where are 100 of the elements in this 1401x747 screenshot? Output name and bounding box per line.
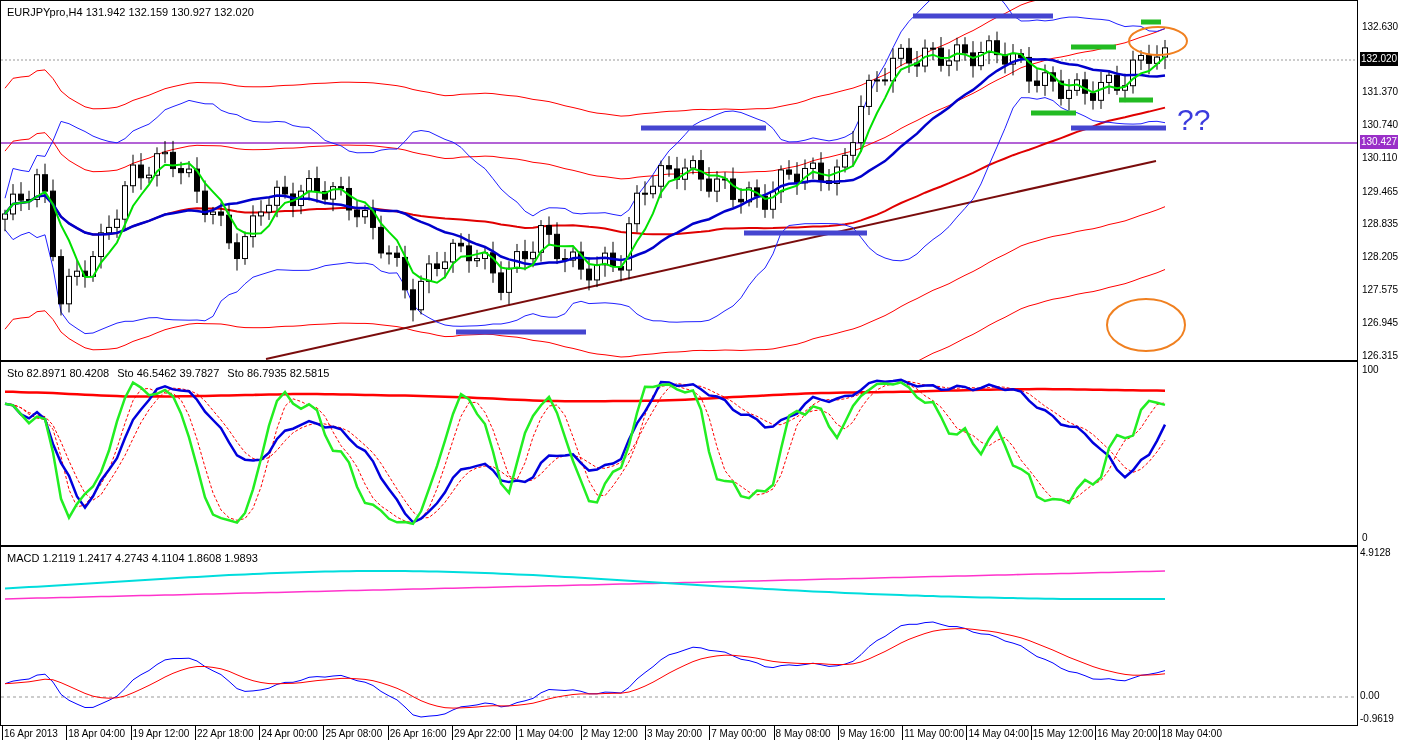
candlestick	[234, 232, 240, 272]
candlestick	[1138, 49, 1144, 71]
candlestick	[802, 158, 808, 191]
price-label: 126.315	[1362, 351, 1399, 361]
time-label: 1 May 04:00	[516, 726, 581, 740]
candlestick	[1162, 39, 1168, 70]
candlestick	[466, 233, 472, 274]
candlestick	[922, 39, 928, 73]
candlestick	[562, 248, 568, 273]
candlestick	[698, 149, 704, 192]
candlestick	[178, 161, 184, 185]
chart-header: EURJPYpro,H4 131.942 132.159 130.927 132.020	[7, 5, 254, 20]
candlestick	[530, 240, 536, 268]
price-label: 130.110	[1362, 153, 1398, 163]
candlestick	[618, 254, 624, 282]
time-label: 18 Apr 04:00	[66, 726, 131, 740]
time-label: 9 May 16:00	[837, 726, 903, 740]
candlestick	[114, 208, 120, 239]
candlestick	[66, 268, 72, 313]
candlestick	[154, 146, 160, 187]
candlestick	[994, 31, 1000, 64]
price-label: 130.740	[1362, 120, 1399, 130]
candlestick	[1090, 80, 1096, 111]
candlestick	[706, 166, 712, 198]
candlestick	[722, 171, 728, 190]
price-label: 129.465	[1362, 187, 1399, 197]
candlestick	[890, 47, 896, 94]
candlestick	[450, 238, 456, 274]
price-label: 126.945	[1362, 318, 1399, 328]
candlestick	[546, 215, 552, 247]
time-label: 24 Apr 00:00	[259, 726, 324, 740]
price-label: 128.835	[1362, 219, 1399, 229]
candlestick	[610, 241, 616, 273]
macd-scale-label: -0.9619	[1360, 714, 1394, 724]
candlestick	[314, 166, 320, 204]
candlestick	[410, 278, 416, 322]
candlestick	[42, 163, 48, 204]
candlestick	[650, 175, 656, 199]
candlestick	[1034, 68, 1040, 93]
candlestick	[258, 199, 264, 227]
time-label: 22 Apr 18:00	[194, 726, 260, 740]
candlestick	[914, 50, 920, 78]
stochastic-legend: Sto 86.7935 82.5815	[227, 365, 330, 382]
candlestick	[354, 200, 360, 228]
candlestick	[874, 70, 880, 93]
candlestick	[1066, 78, 1072, 111]
candlestick	[442, 251, 448, 279]
candlestick	[378, 215, 384, 259]
candlestick	[682, 158, 688, 191]
time-label: 25 Apr 08:00	[323, 726, 388, 740]
candlestick	[810, 157, 816, 180]
candlestick	[538, 219, 544, 263]
level-price-badge: 130.427	[1360, 135, 1399, 149]
candlestick	[498, 260, 504, 301]
candlestick	[250, 204, 256, 249]
price-label: 132.630	[1362, 22, 1399, 32]
candlestick	[338, 176, 344, 197]
candlestick	[474, 249, 480, 268]
price-label: 131.370	[1362, 87, 1399, 97]
candlestick	[1082, 71, 1088, 106]
candlestick	[218, 202, 224, 227]
candlestick	[818, 151, 824, 192]
candlestick	[58, 248, 64, 316]
candlestick	[74, 258, 80, 287]
candlestick	[138, 152, 144, 191]
time-label: 15 May 12:00	[1030, 726, 1096, 740]
candlestick	[842, 147, 848, 173]
candlestick	[770, 180, 776, 220]
candlestick	[1154, 44, 1160, 71]
candlestick	[666, 155, 672, 178]
candlestick	[986, 34, 992, 65]
time-label: 8 May 08:00	[773, 726, 838, 740]
macd-scale-label: 0.00	[1360, 691, 1380, 701]
candlestick	[418, 274, 424, 315]
stochastic-scale-label: 0	[1362, 533, 1368, 543]
candlestick	[290, 182, 296, 218]
candlestick	[146, 166, 152, 184]
candlestick	[194, 156, 200, 204]
time-label: 2 May 12:00	[580, 726, 645, 740]
candlestick	[714, 170, 720, 203]
time-label: 29 Apr 22:00	[452, 726, 517, 740]
candlestick	[570, 246, 576, 268]
candlestick	[1074, 72, 1080, 97]
candlestick	[226, 202, 232, 250]
candlestick	[786, 159, 792, 181]
time-label: 19 Apr 12:00	[130, 726, 195, 740]
candlestick	[1026, 46, 1032, 94]
candlestick	[978, 41, 984, 71]
candlestick	[850, 130, 856, 168]
candlestick	[210, 206, 216, 225]
candlestick	[306, 169, 312, 201]
candlestick	[522, 239, 528, 271]
candlestick	[26, 190, 32, 211]
candlestick	[762, 183, 768, 219]
candlestick	[954, 37, 960, 72]
candlestick	[298, 184, 304, 215]
candlestick	[482, 246, 488, 270]
candlestick	[730, 167, 736, 208]
candlestick	[10, 183, 16, 221]
macd-legend: MACD 1.2119 1.2417 4.2743 4.1104 1.8608 1.9893	[7, 550, 258, 567]
